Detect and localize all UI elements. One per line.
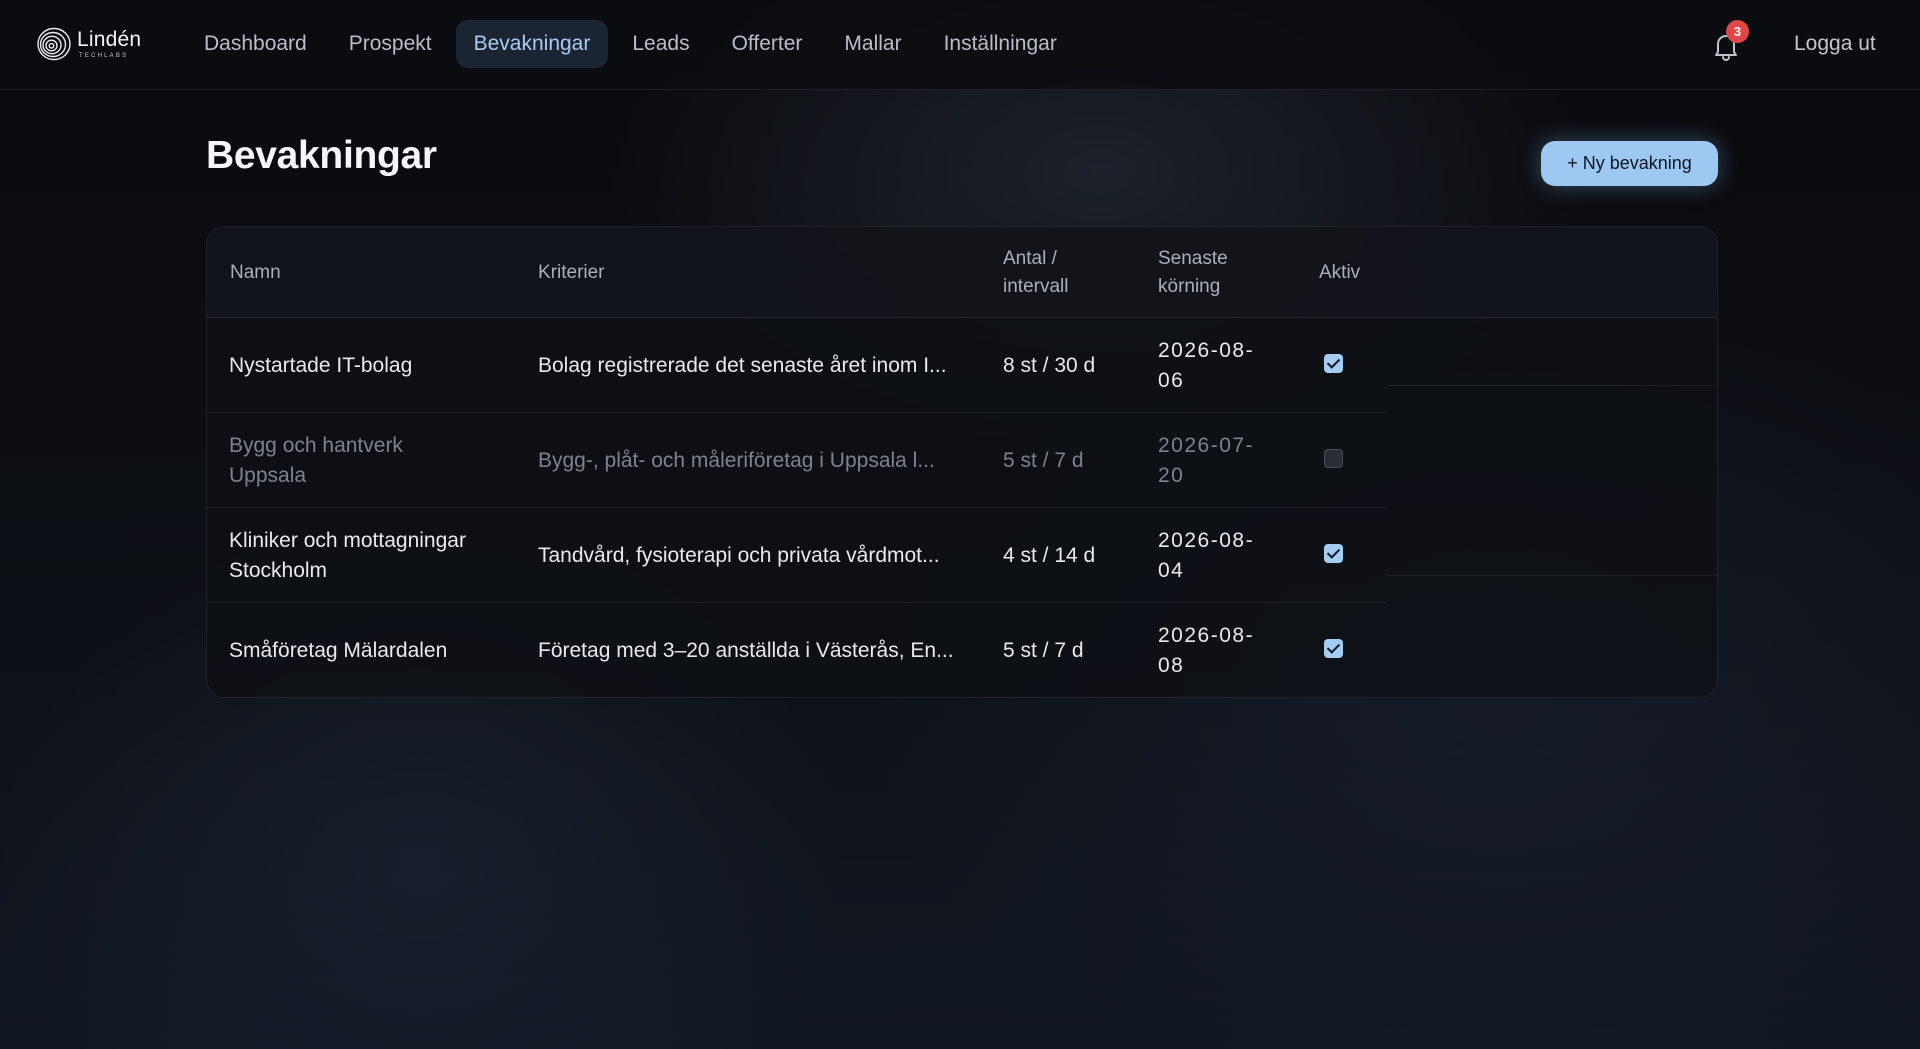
- table-row[interactable]: Bygg och hantverk Uppsala Bygg-, plåt- o…: [207, 413, 1386, 508]
- brand-logo[interactable]: Lindén TECHLABS: [36, 24, 156, 64]
- row-criteria: Företag med 3–20 anställda i Västerås, E…: [538, 638, 954, 662]
- brand-subtitle: TECHLABS: [79, 53, 129, 59]
- column-header-name: Namn: [230, 261, 281, 283]
- nav-item-prospekt[interactable]: Prospekt: [331, 20, 450, 68]
- page-title: Bevakningar: [206, 134, 437, 177]
- row-name: Bygg och hantverk Uppsala: [229, 433, 403, 487]
- nav-item-bevakningar[interactable]: Bevakningar: [455, 20, 609, 68]
- active-checkbox[interactable]: [1324, 639, 1343, 658]
- row-last-run: 2026-08- 06: [1158, 338, 1255, 392]
- row-count-interval: 4 st / 14 d: [1003, 543, 1096, 567]
- row-criteria: Bygg-, plåt- och måleriföretag i Uppsala…: [538, 448, 935, 472]
- notification-count-badge: 3: [1726, 20, 1749, 43]
- column-header-count-interval: Antal / intervall: [1003, 247, 1069, 297]
- row-count-interval: 5 st / 7 d: [1003, 638, 1084, 662]
- nav-item-offerter[interactable]: Offerter: [714, 20, 821, 68]
- nav-item-leads[interactable]: Leads: [614, 20, 707, 68]
- top-navigation-bar: Lindén TECHLABS Dashboard Prospekt Bevak…: [0, 0, 1920, 90]
- main-nav: Dashboard Prospekt Bevakningar Leads Off…: [186, 20, 1075, 68]
- watch-table: Namn Kriterier Antal / intervall Senaste…: [206, 226, 1718, 698]
- row-count-interval: 5 st / 7 d: [1003, 448, 1084, 472]
- table-row[interactable]: Småföretag Mälardalen Företag med 3–20 a…: [207, 603, 1386, 697]
- row-name: Kliniker och mottagningar Stockholm: [229, 528, 466, 582]
- logout-button[interactable]: Logga ut: [1780, 20, 1890, 68]
- row-criteria: Bolag registrerade det senaste året inom…: [538, 353, 947, 377]
- row-count-interval: 8 st / 30 d: [1003, 353, 1096, 377]
- column-header-active: Aktiv: [1319, 261, 1361, 283]
- fingerprint-logo-icon: [37, 27, 71, 61]
- row-last-run: 2026-08- 04: [1158, 528, 1255, 582]
- nav-item-mallar[interactable]: Mallar: [826, 20, 919, 68]
- row-last-run: 2026-07- 20: [1158, 433, 1255, 487]
- row-last-run: 2026-08- 08: [1158, 623, 1255, 677]
- table-body: Nystartade IT-bolag Bolag registrerade d…: [207, 318, 1717, 697]
- brand-name: Lindén: [77, 28, 142, 51]
- table-header: Namn Kriterier Antal / intervall Senaste…: [207, 227, 1717, 318]
- row-name: Småföretag Mälardalen: [229, 638, 448, 662]
- row-name: Nystartade IT-bolag: [229, 353, 413, 377]
- column-header-last-run: Senaste körning: [1158, 247, 1228, 297]
- column-header-criteria: Kriterier: [538, 261, 605, 283]
- nav-item-dashboard[interactable]: Dashboard: [186, 20, 325, 68]
- active-checkbox[interactable]: [1324, 354, 1343, 373]
- active-checkbox[interactable]: [1324, 544, 1343, 563]
- new-watch-button[interactable]: + Ny bevakning: [1541, 141, 1718, 186]
- nav-item-installningar[interactable]: Inställningar: [926, 20, 1075, 68]
- row-criteria: Tandvård, fysioterapi och privata vårdmo…: [538, 543, 940, 567]
- table-row[interactable]: Nystartade IT-bolag Bolag registrerade d…: [207, 318, 1386, 413]
- table-row[interactable]: Kliniker och mottagningar Stockholm Tand…: [207, 508, 1386, 603]
- active-checkbox[interactable]: [1324, 449, 1343, 468]
